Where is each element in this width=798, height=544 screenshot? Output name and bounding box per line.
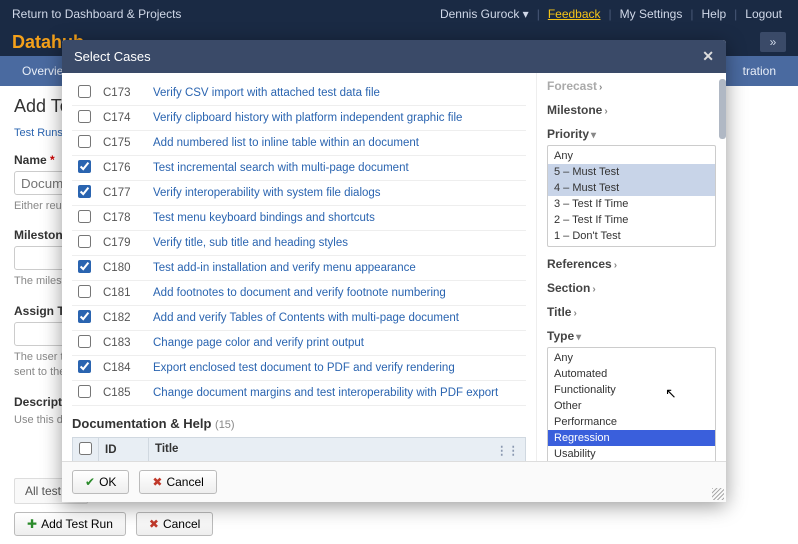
dialog-footer: ✔OK ✖Cancel [62,461,726,502]
case-title-link[interactable]: Add footnotes to document and verify foo… [153,287,446,299]
case-title-link[interactable]: Verify clipboard history with platform i… [153,112,462,124]
case-title-link[interactable]: Add and verify Tables of Contents with m… [153,312,459,324]
type-option[interactable]: Usability [548,446,715,461]
cases-table-1: C173 Verify CSV import with attached test… [72,81,526,406]
table-row: C183 Change page color and verify print o… [72,331,526,356]
case-title-link[interactable]: Change page color and verify print outpu… [153,337,364,349]
case-id: C180 [97,256,147,281]
filters-scrollbar[interactable] [718,73,726,461]
filters-panel: Forecast› Milestone› Priority▾ Any5 – Mu… [536,73,726,461]
case-title-link[interactable]: Add numbered list to inline table within… [153,137,419,149]
select-cases-dialog: Select Cases ✕ C173 Verify CSV import wit… [62,40,726,502]
priority-option[interactable]: 3 – Test If Time [548,196,715,212]
case-id: C176 [97,156,147,181]
table-row: C177 Verify interoperability with system … [72,181,526,206]
filter-type[interactable]: Type▾ [547,329,716,343]
case-checkbox[interactable] [78,235,91,248]
case-title-link[interactable]: Verify title, sub title and heading styl… [153,237,348,249]
case-title-link[interactable]: Export enclosed test document to PDF and… [153,362,455,374]
table-row: C178 Test menu keyboard bindings and shor… [72,206,526,231]
col-title[interactable]: Title⋮⋮ [149,438,526,462]
type-option[interactable]: Automated [548,366,715,382]
table-row: C181 Add footnotes to document and verify… [72,281,526,306]
case-title-link[interactable]: Test add-in installation and verify menu… [153,262,416,274]
cases-panel: C173 Verify CSV import with attached test… [62,73,536,461]
case-title-link[interactable]: Test incremental search with multi-page … [153,162,409,174]
case-id: C183 [97,331,147,356]
table-row: C184 Export enclosed test document to PDF… [72,356,526,381]
ok-button[interactable]: ✔OK [72,470,129,494]
case-checkbox[interactable] [78,185,91,198]
table-row: C173 Verify CSV import with attached test… [72,81,526,106]
table-row: C179 Verify title, sub title and heading … [72,231,526,256]
case-checkbox[interactable] [78,310,91,323]
case-checkbox[interactable] [78,385,91,398]
case-checkbox[interactable] [78,285,91,298]
case-checkbox[interactable] [78,360,91,373]
priority-option[interactable]: Any [548,148,715,164]
case-checkbox[interactable] [78,160,91,173]
type-option[interactable]: Performance [548,414,715,430]
table-row: C176 Test incremental search with multi-p… [72,156,526,181]
case-checkbox[interactable] [78,85,91,98]
section-header: Documentation & Help (15) [72,416,526,431]
column-grip-icon[interactable]: ⋮⋮ [496,443,519,457]
col-id[interactable]: ID [99,438,149,462]
case-title-link[interactable]: Verify interoperability with system file… [153,187,381,199]
resize-grip[interactable] [712,488,724,500]
filter-milestone[interactable]: Milestone› [547,103,716,117]
priority-option[interactable]: 2 – Test If Time [548,212,715,228]
dialog-title-text: Select Cases [74,49,151,64]
table-row: C185 Change document margins and test int… [72,381,526,406]
dialog-titlebar[interactable]: Select Cases ✕ [62,40,726,73]
case-title-link[interactable]: Test menu keyboard bindings and shortcut… [153,212,375,224]
priority-list[interactable]: Any5 – Must Test4 – Must Test3 – Test If… [547,145,716,247]
select-all-checkbox[interactable] [79,442,92,455]
type-list[interactable]: AnyAutomatedFunctionalityOtherPerformanc… [547,347,716,461]
filter-title[interactable]: Title› [547,305,716,319]
case-id: C177 [97,181,147,206]
table-row: C180 Test add-in installation and verify … [72,256,526,281]
case-id: C184 [97,356,147,381]
priority-option[interactable]: 1 – Don't Test [548,228,715,244]
case-id: C181 [97,281,147,306]
case-id: C173 [97,81,147,106]
cancel-button[interactable]: ✖Cancel [139,470,216,494]
type-option[interactable]: Regression [548,430,715,446]
case-id: C179 [97,231,147,256]
type-option[interactable]: Functionality [548,382,715,398]
case-checkbox[interactable] [78,135,91,148]
case-title-link[interactable]: Verify CSV import with attached test dat… [153,87,380,99]
case-id: C182 [97,306,147,331]
case-id: C175 [97,131,147,156]
table-row: C182 Add and verify Tables of Contents wi… [72,306,526,331]
filter-section[interactable]: Section› [547,281,716,295]
table-row: C174 Verify clipboard history with platfo… [72,106,526,131]
case-title-link[interactable]: Change document margins and test interop… [153,387,498,399]
priority-option[interactable]: 5 – Must Test [548,164,715,180]
case-id: C174 [97,106,147,131]
filter-references[interactable]: References› [547,257,716,271]
case-checkbox[interactable] [78,110,91,123]
type-option[interactable]: Any [548,350,715,366]
priority-option[interactable]: 4 – Must Test [548,180,715,196]
case-id: C178 [97,206,147,231]
close-icon[interactable]: ✕ [702,48,714,65]
case-checkbox[interactable] [78,335,91,348]
type-option[interactable]: Other [548,398,715,414]
filter-forecast[interactable]: Forecast› [547,79,716,93]
x-icon: ✖ [152,475,162,489]
cases-table-2: ID Title⋮⋮ C186Change text alignment in … [72,437,526,461]
case-checkbox[interactable] [78,210,91,223]
check-icon: ✔ [85,475,95,489]
filter-priority[interactable]: Priority▾ [547,127,716,141]
case-checkbox[interactable] [78,260,91,273]
case-id: C185 [97,381,147,406]
table-row: C175 Add numbered list to inline table wi… [72,131,526,156]
